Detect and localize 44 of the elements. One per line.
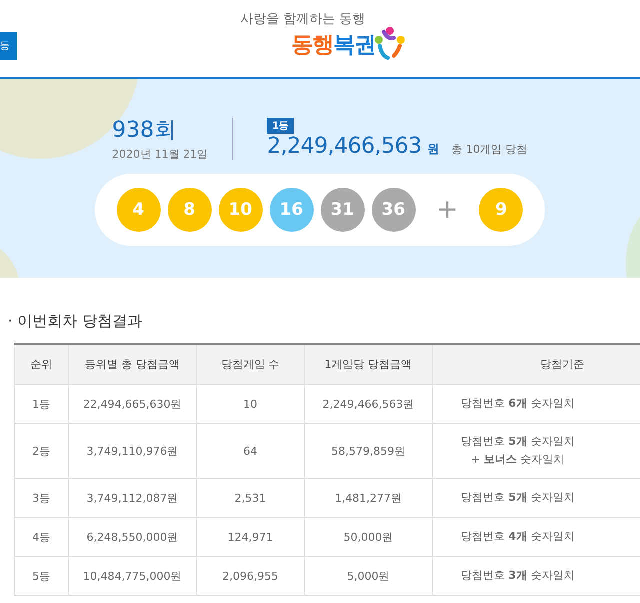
- table-cell: 2,531: [196, 478, 304, 518]
- table-cell: 4등: [14, 518, 68, 556]
- winner-count: 총 10게임 당첨: [452, 142, 528, 157]
- table-cell: 3,749,112,087원: [68, 478, 196, 518]
- table-cell: 5등: [14, 556, 68, 596]
- rank-badge: 1등: [267, 118, 294, 134]
- lotto-ball: 10: [218, 188, 263, 232]
- table-cell: 3등: [14, 478, 68, 518]
- table-cell: 1등: [14, 384, 68, 424]
- table-cell: 2등: [14, 424, 68, 478]
- plus-sign: +: [436, 195, 458, 225]
- table-cell: 58,579,859원: [304, 424, 432, 478]
- column-header: 당첨기준: [432, 344, 640, 384]
- column-header: 당첨게임 수: [196, 344, 304, 384]
- lotto-ball: 36: [372, 188, 416, 232]
- lotto-ball: 4: [116, 188, 161, 232]
- table-cell: 5,000원: [304, 556, 432, 596]
- table-cell: 124,971: [196, 518, 304, 556]
- lotto-ball: 16: [270, 188, 314, 232]
- table-cell: 10,484,775,000원: [68, 556, 196, 596]
- bonus-ball: 9: [479, 188, 524, 232]
- lotto-ball: 8: [168, 188, 212, 232]
- table-cell: 2,096,955: [196, 556, 304, 596]
- table-cell: 1,481,277원: [304, 478, 432, 518]
- table-cell: 10: [196, 384, 304, 424]
- column-header: 순위: [14, 344, 68, 384]
- people-icon: [374, 26, 406, 60]
- draw-date: 2020년 11월 21일: [112, 147, 210, 162]
- slogan: 사랑을 함께하는 동행: [240, 11, 366, 28]
- currency-unit: 원: [428, 141, 440, 158]
- column-header: 1게임당 당첨금액: [304, 344, 432, 384]
- lotto-ball: 31: [320, 188, 365, 232]
- table-cell: 2,249,466,563원: [304, 384, 432, 424]
- side-button[interactable]: 등: [0, 32, 17, 60]
- table-cell: 50,000원: [304, 518, 432, 556]
- table-cell: 64: [196, 424, 304, 478]
- column-header: 등위별 총 당첨금액: [68, 344, 196, 384]
- table-cell: 22,494,665,630원: [68, 384, 196, 424]
- draw-round: 938회: [112, 117, 178, 145]
- table-cell: 3,749,110,976원: [68, 424, 196, 478]
- prize-amount: 2,249,466,563: [267, 134, 422, 159]
- logo-text: 동행복권: [292, 32, 376, 60]
- section-title: · 이번회차 당첨결과: [8, 312, 144, 331]
- table-cell: 6,248,550,000원: [68, 518, 196, 556]
